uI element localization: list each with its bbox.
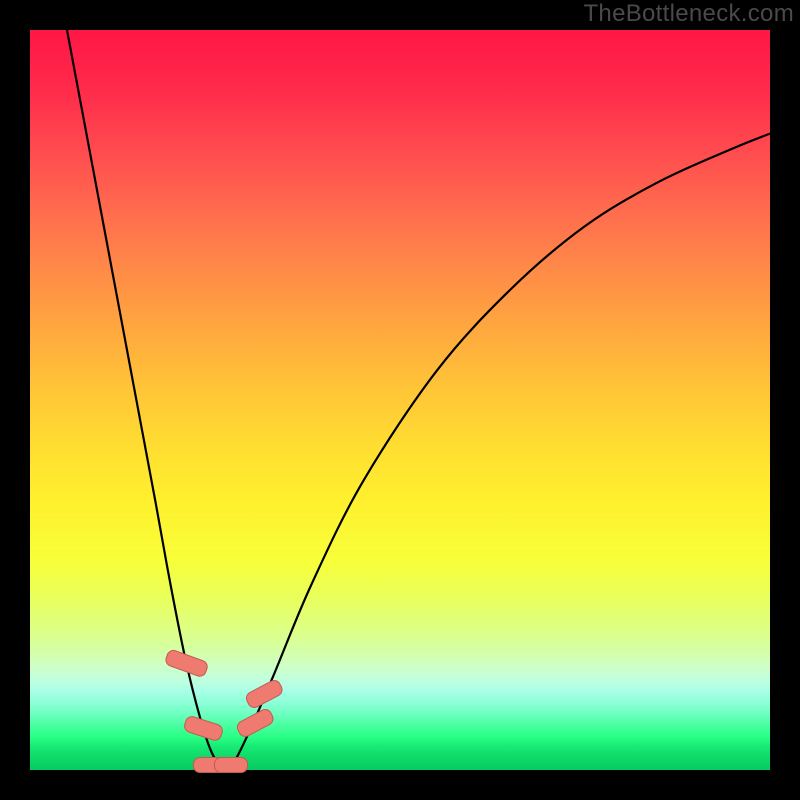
plot-area [30,30,770,770]
markers-layer [30,30,770,770]
valley-marker [244,677,285,709]
outer-frame: TheBottleneck.com [0,0,800,800]
valley-marker [214,757,248,772]
watermark-text: TheBottleneck.com [583,0,794,28]
valley-marker [182,714,224,742]
valley-marker [235,707,276,739]
valley-marker [163,648,209,678]
